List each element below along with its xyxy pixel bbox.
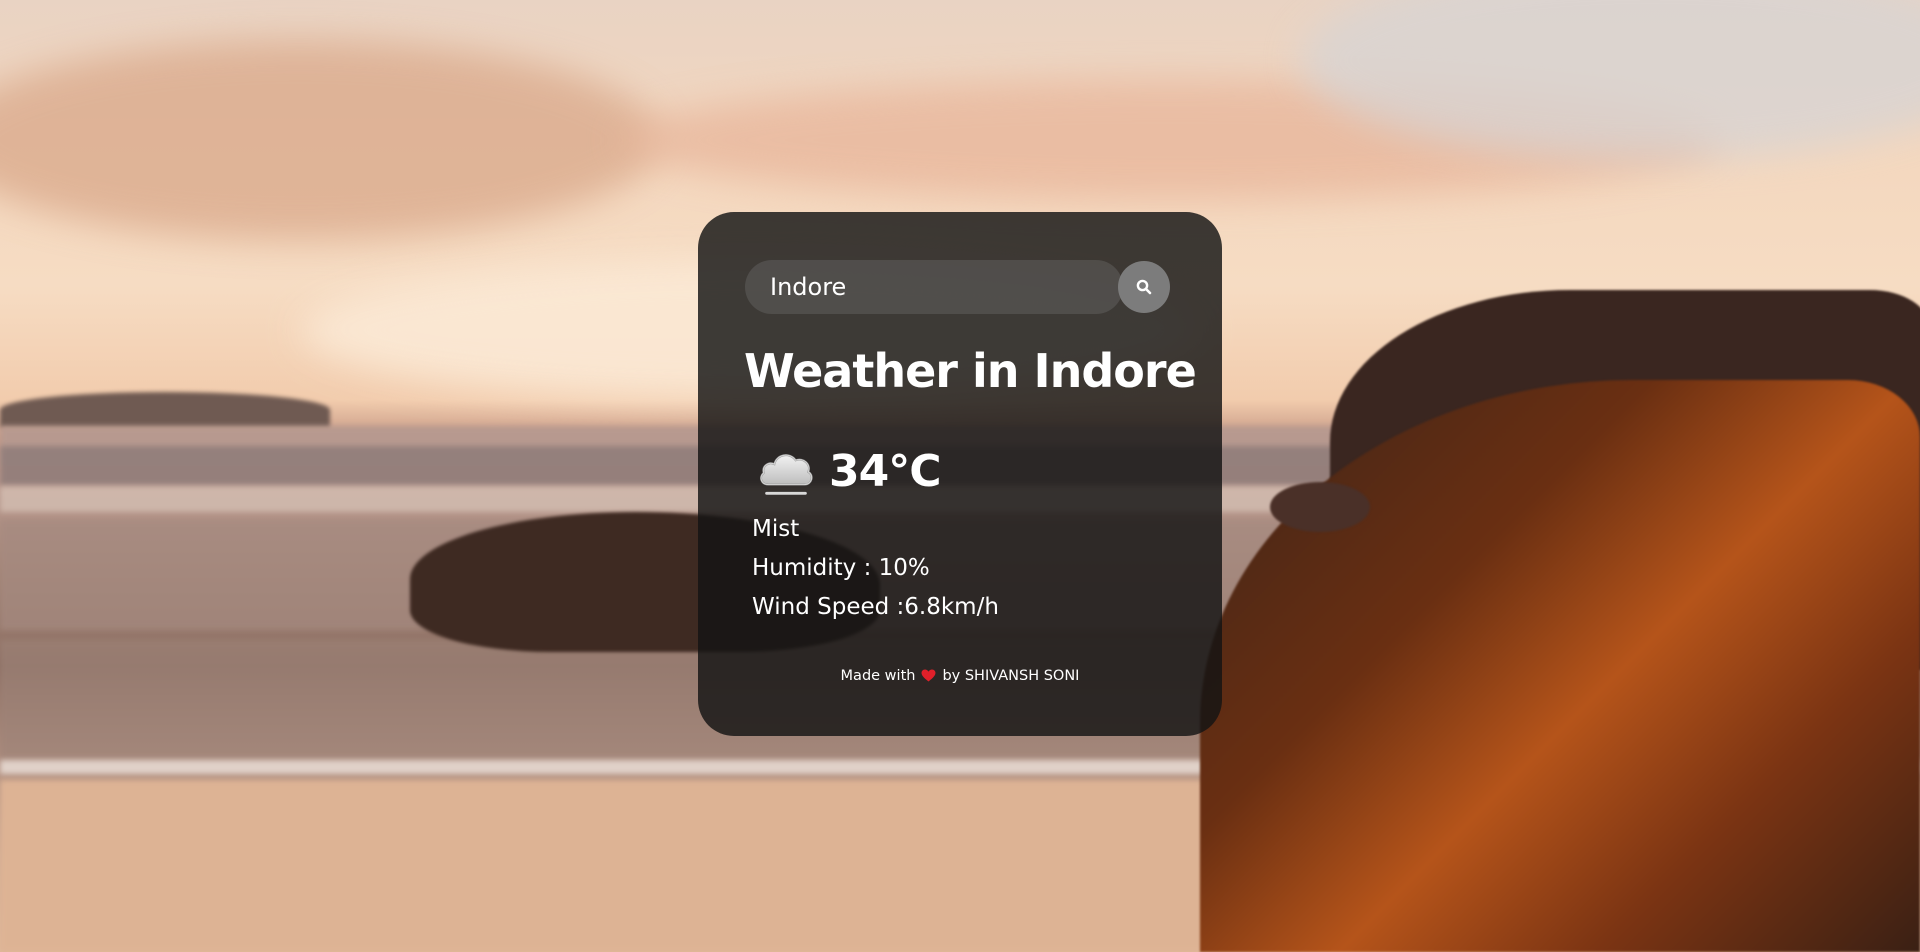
cloud-shape [0,40,660,240]
footer-author: by SHIVANSH SONI [942,668,1080,684]
search-button[interactable] [1118,261,1170,313]
footer-made-with: Made with [840,668,916,684]
temperature-row: 34°C [755,436,942,506]
page-title: Weather in Indore [744,344,1197,398]
search-bar [745,260,1170,314]
temperature-value: 34°C [829,445,942,497]
weather-description: Mist [752,516,800,542]
cloud-icon [760,454,813,495]
heart-icon [921,669,936,682]
humidity-text: Humidity : 10% [752,555,930,581]
search-input[interactable] [745,260,1123,314]
search-icon [1136,279,1152,295]
small-rock [1270,482,1370,532]
headland [0,392,330,428]
footer-credit: Made with by SHIVANSH SONI [698,668,1222,684]
wind-speed-text: Wind Speed :6.8km/h [752,594,999,620]
weather-card: Weather in Indore 34°C Mist Humidity : 1… [698,212,1222,736]
